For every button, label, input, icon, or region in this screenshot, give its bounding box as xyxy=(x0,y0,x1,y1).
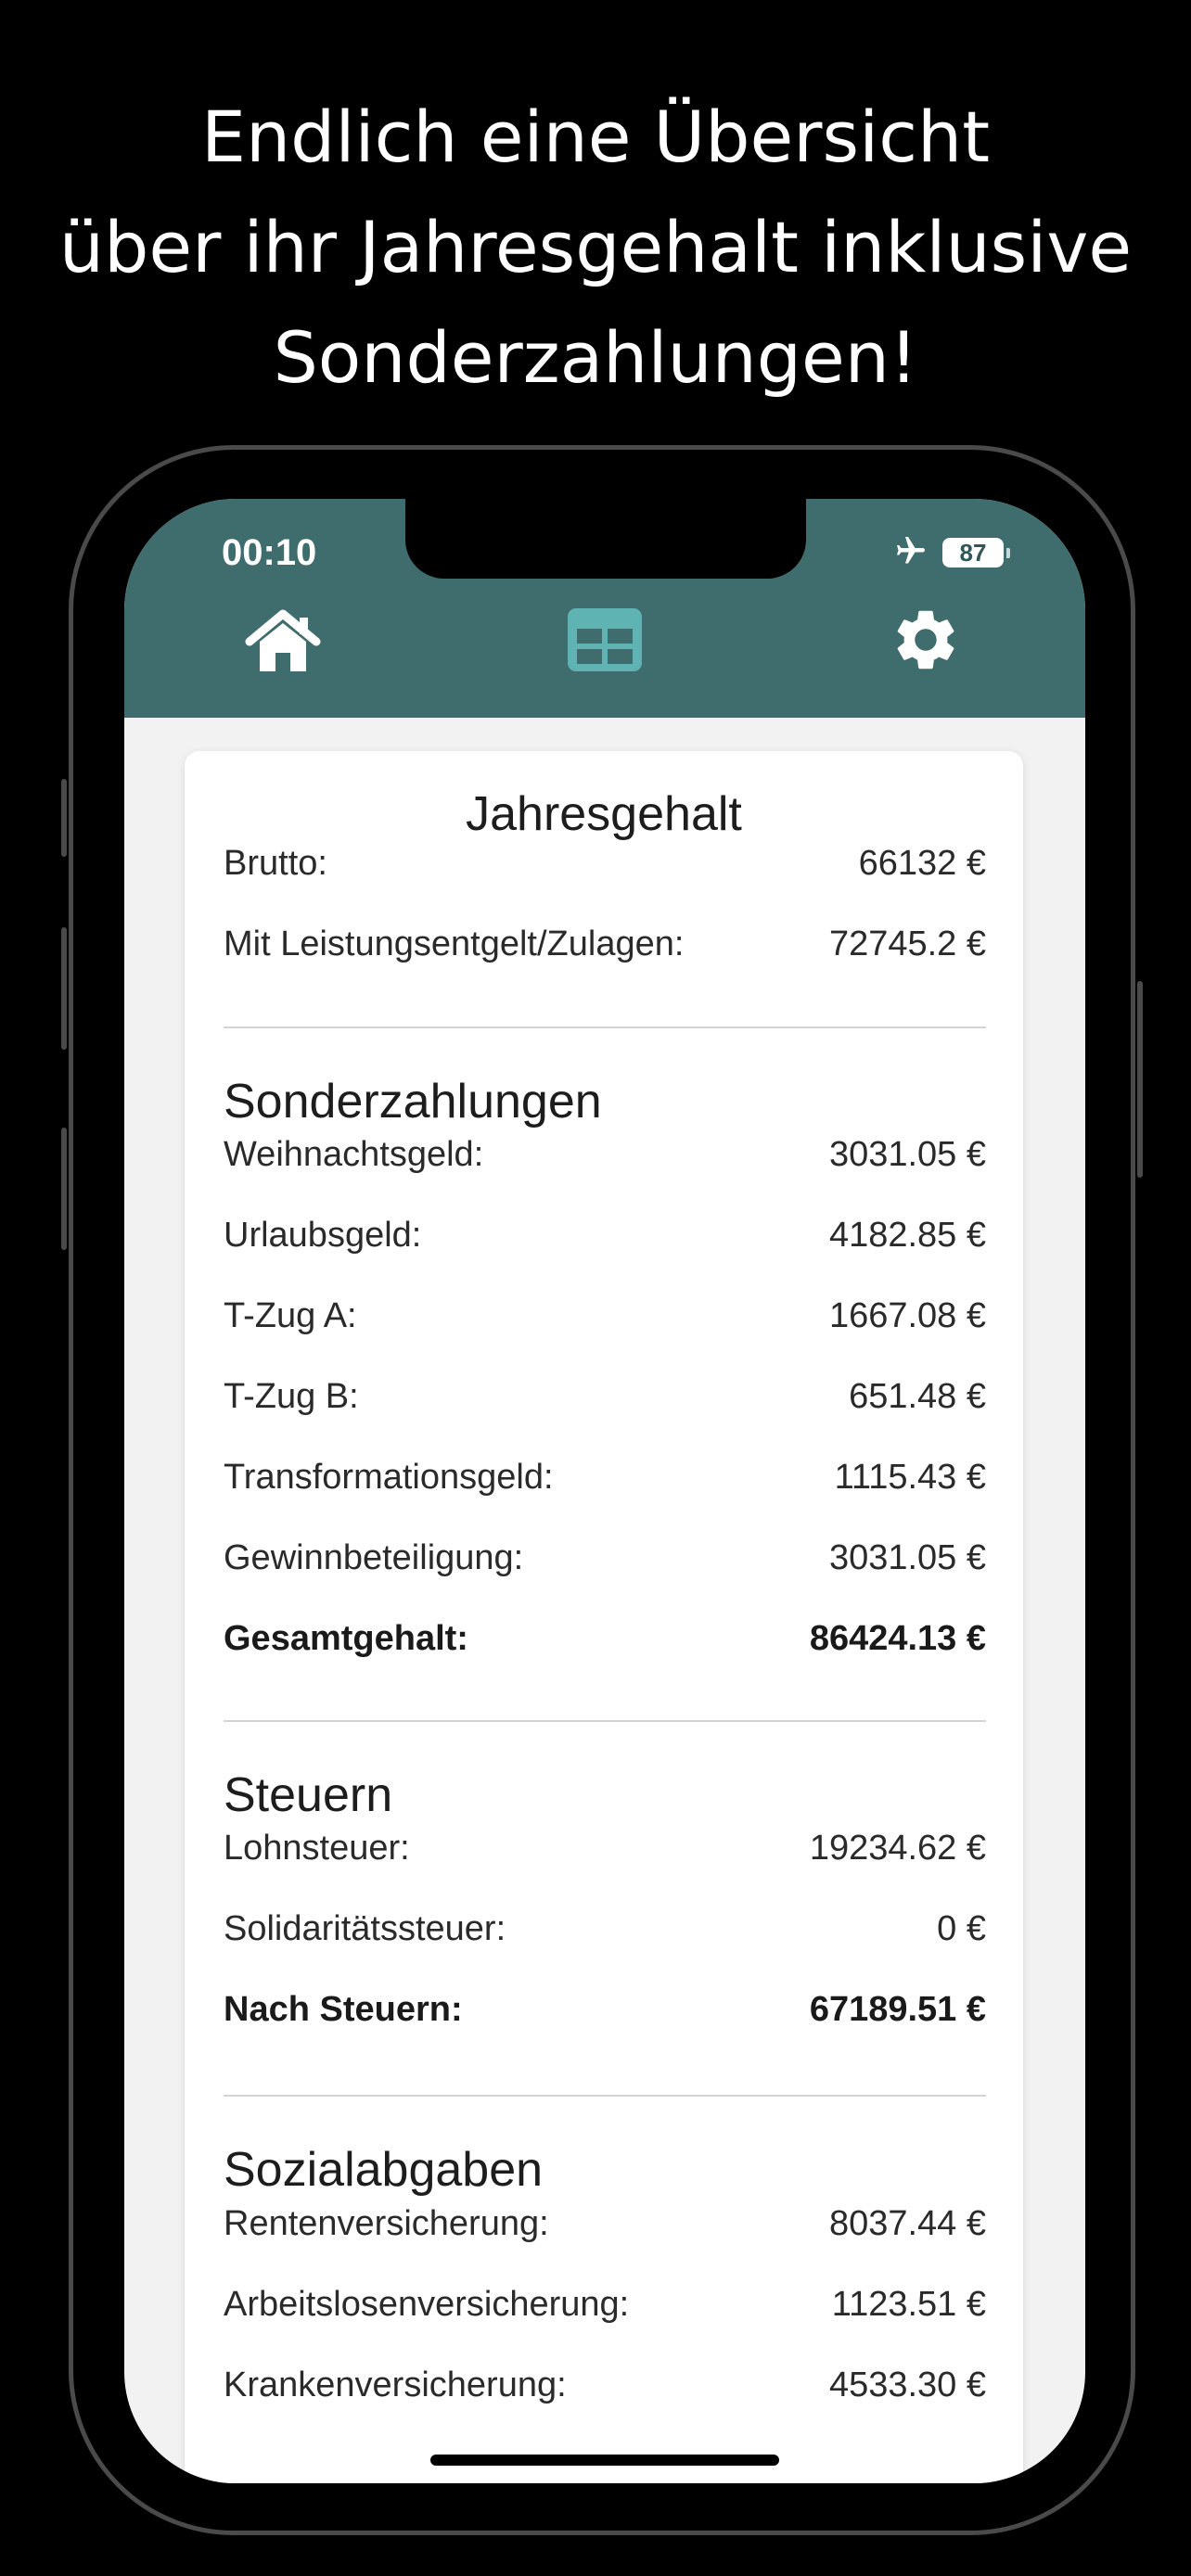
row-label: Lohnsteuer: xyxy=(224,1828,410,1868)
row-value: 3031.05 € xyxy=(828,1134,986,1174)
row-label: Weihnachtsgeld: xyxy=(224,1134,484,1174)
row-value: 3031.05 € xyxy=(828,1537,986,1577)
row-value: 1115.43 € xyxy=(834,1457,986,1497)
section-divider xyxy=(224,1720,986,1722)
sonder-row: T-Zug A: 1667.08 € xyxy=(224,1288,986,1344)
row-value: 19234.62 € xyxy=(809,1828,986,1868)
section-title-steuern: Steuern xyxy=(224,1768,393,1822)
row-value: 4182.85 € xyxy=(828,1215,986,1255)
home-icon xyxy=(244,606,322,678)
row-label: Rentenversicherung: xyxy=(224,2203,549,2243)
headline-line-1: Endlich eine Übersicht xyxy=(200,96,991,178)
silent-switch xyxy=(61,779,67,857)
tab-home[interactable] xyxy=(241,605,325,679)
phone-screen: 00:10 87 Jahresgehalt Brutto: 66132 € Mi… xyxy=(124,499,1085,2483)
headline-line-2: über ihr Jahresgehalt inklusive xyxy=(58,206,1133,288)
row-value: 86424.13 € xyxy=(809,1618,986,1658)
row-label: Nach Steuern: xyxy=(224,1989,463,2029)
home-indicator[interactable] xyxy=(430,2455,779,2466)
airplane-icon xyxy=(892,534,929,572)
row-value: 72745.2 € xyxy=(828,924,986,963)
row-label: Krankenversicherung: xyxy=(224,2365,567,2404)
sozial-row: Rentenversicherung: 8037.44 € xyxy=(224,2196,986,2251)
sozial-row: Arbeitslosenversicherung: 1123.51 € xyxy=(224,2276,986,2332)
gear-icon xyxy=(890,604,962,681)
tab-settings[interactable] xyxy=(884,605,967,679)
row-value: 67189.51 € xyxy=(809,1989,986,2029)
sonder-row: Gewinnbeteiligung: 3031.05 € xyxy=(224,1530,986,1586)
row-nach-steuern: Nach Steuern: 67189.51 € xyxy=(224,1982,986,2037)
notch xyxy=(405,499,806,579)
row-value: 1667.08 € xyxy=(828,1295,986,1335)
row-value: 66132 € xyxy=(858,843,986,883)
table-icon xyxy=(566,606,644,678)
section-title-sozialabgaben: Sozialabgaben xyxy=(224,2143,544,2197)
volume-down-button xyxy=(61,1128,67,1250)
section-divider xyxy=(224,1027,986,1028)
row-label: Gewinnbeteiligung: xyxy=(224,1537,524,1577)
row-value: 0 € xyxy=(937,1908,986,1948)
sonder-row: Transformationsgeld: 1115.43 € xyxy=(224,1449,986,1505)
promo-headline: Endlich eine Übersicht über ihr Jahresge… xyxy=(0,82,1191,413)
row-label: T-Zug B: xyxy=(224,1376,359,1416)
volume-up-button xyxy=(61,927,67,1050)
row-brutto: Brutto: 66132 € xyxy=(224,835,986,891)
card-title: Jahresgehalt xyxy=(466,787,742,841)
sozial-row: Krankenversicherung: 4533.30 € xyxy=(224,2357,986,2413)
section-title-sonderzahlungen: Sonderzahlungen xyxy=(224,1075,602,1129)
sonder-row: Urlaubsgeld: 4182.85 € xyxy=(224,1207,986,1263)
row-label: Arbeitslosenversicherung: xyxy=(224,2284,630,2324)
power-button xyxy=(1137,981,1143,1178)
status-time: 00:10 xyxy=(222,532,317,573)
battery-indicator: 87 xyxy=(942,538,1010,567)
row-label: Gesamtgehalt: xyxy=(224,1618,468,1658)
row-value: 651.48 € xyxy=(849,1376,986,1416)
annual-salary-card: Jahresgehalt Brutto: 66132 € Mit Leistun… xyxy=(185,751,1023,2483)
row-label: Urlaubsgeld: xyxy=(224,1215,422,1255)
row-value: 8037.44 € xyxy=(828,2203,986,2243)
sonder-row: Weihnachtsgeld: 3031.05 € xyxy=(224,1127,986,1182)
row-label: Solidaritätssteuer: xyxy=(224,1908,506,1948)
row-value: 4533.30 € xyxy=(828,2365,986,2404)
steuer-row: Lohnsteuer: 19234.62 € xyxy=(224,1820,986,1876)
row-gesamtgehalt: Gesamtgehalt: 86424.13 € xyxy=(224,1611,986,1666)
row-leistungsentgelt: Mit Leistungsentgelt/Zulagen: 72745.2 € xyxy=(224,916,986,972)
headline-line-3: Sonderzahlungen! xyxy=(273,316,918,399)
sonder-row: T-Zug B: 651.48 € xyxy=(224,1369,986,1424)
row-label: Transformationsgeld: xyxy=(224,1457,554,1497)
row-value: 1123.51 € xyxy=(831,2284,986,2324)
section-divider xyxy=(224,2095,986,2097)
status-icons: 87 xyxy=(892,534,1010,572)
row-label: Mit Leistungsentgelt/Zulagen: xyxy=(224,924,685,963)
steuer-row: Solidaritätssteuer: 0 € xyxy=(224,1901,986,1957)
row-label: Brutto: xyxy=(224,843,327,883)
app-header: 00:10 87 xyxy=(124,499,1085,718)
tab-overview[interactable] xyxy=(563,605,647,679)
row-label: T-Zug A: xyxy=(224,1295,357,1335)
